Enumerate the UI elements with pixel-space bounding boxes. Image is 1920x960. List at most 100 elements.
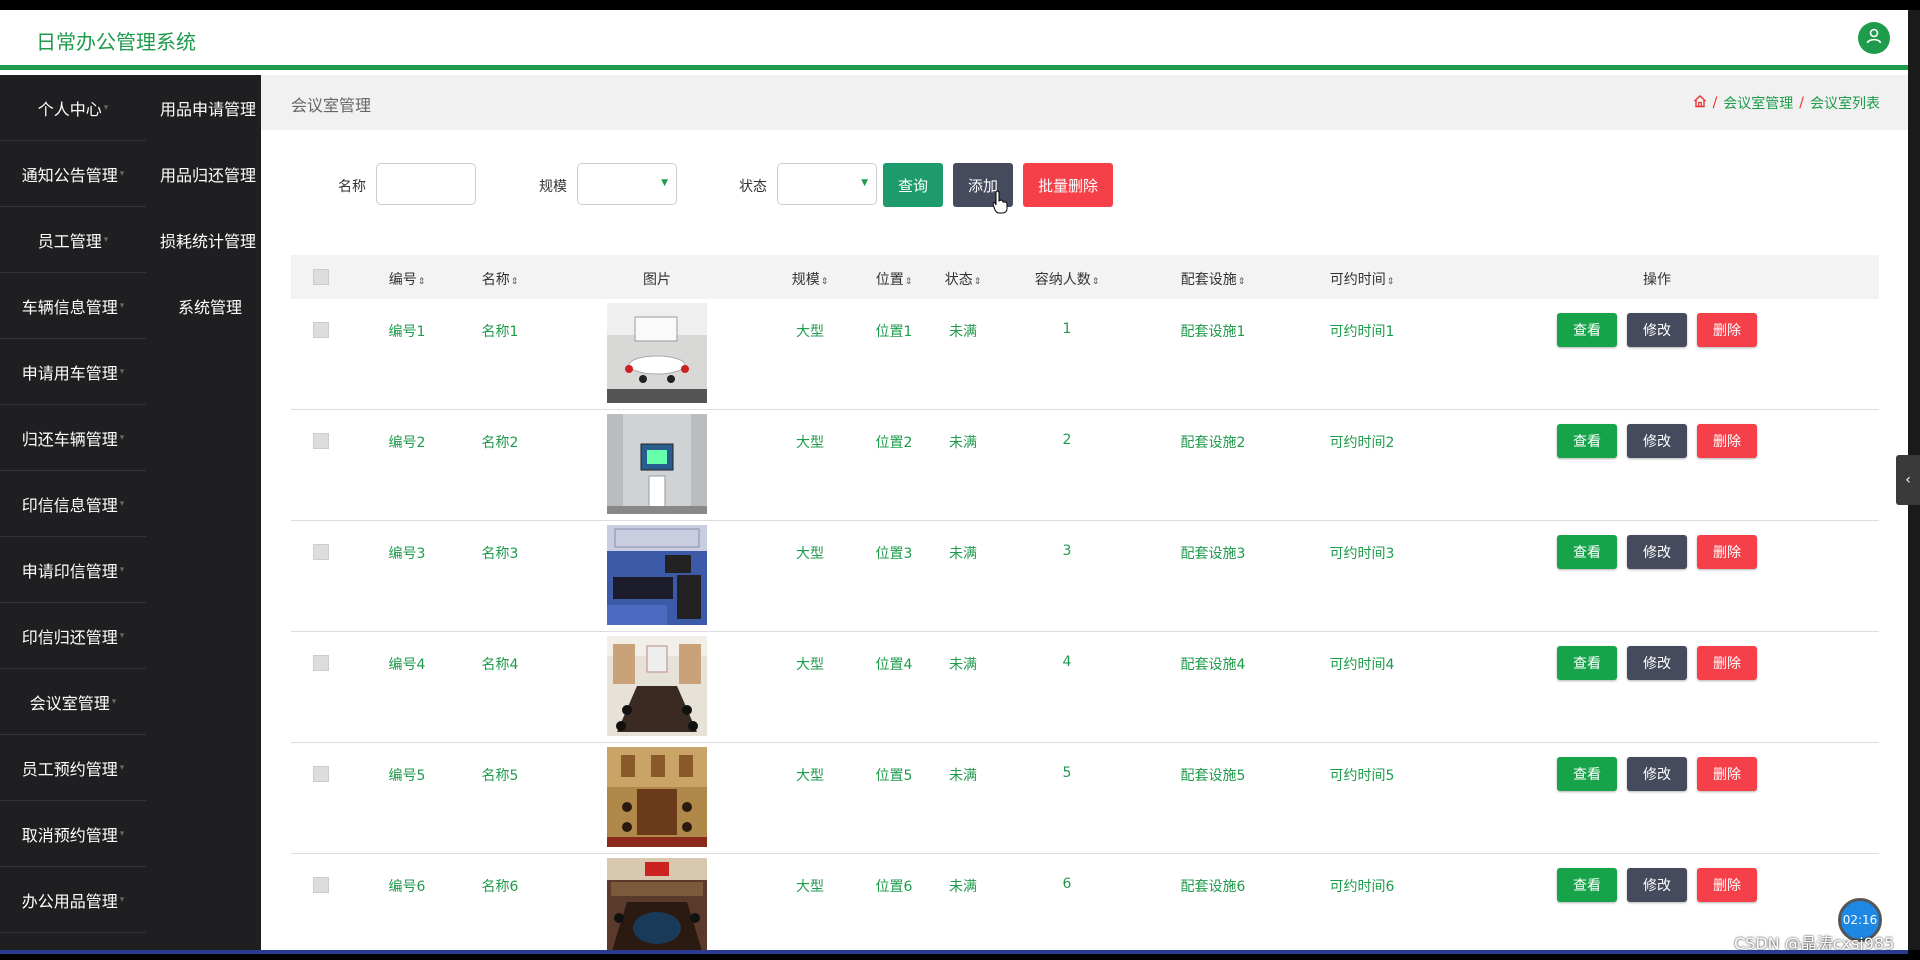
scale-label: 规模: [539, 179, 567, 195]
sidebar-item-label: 申请用车管理: [21, 363, 118, 383]
delete-button[interactable]: 删除: [1697, 535, 1757, 569]
edit-button[interactable]: 修改: [1627, 313, 1687, 347]
cell-code: 编号3: [388, 546, 426, 562]
row-checkbox[interactable]: [313, 766, 329, 782]
edit-button[interactable]: 修改: [1627, 757, 1687, 791]
sidebar-item-vehicle-return[interactable]: 归还车辆管理 ▾: [0, 405, 146, 471]
column-header-capacity[interactable]: 容纳人数⇕: [1035, 269, 1100, 289]
sidebar-item-label: 办公用品管理: [21, 891, 118, 911]
view-button[interactable]: 查看: [1557, 313, 1617, 347]
top-header: 日常办公管理系统: [0, 10, 1908, 70]
edit-button[interactable]: 修改: [1627, 424, 1687, 458]
chevron-down-icon: ▾: [119, 366, 125, 377]
chevron-down-icon: ▾: [103, 102, 109, 113]
sidebar-item-reservation[interactable]: 员工预约管理 ▾: [0, 735, 146, 801]
chevron-down-icon: ▾: [119, 894, 125, 905]
row-checkbox[interactable]: [313, 433, 329, 449]
sidebar-item-supply-return[interactable]: 用品归还管理: [146, 141, 261, 207]
sidebar-item-label: 印信信息管理: [21, 495, 118, 515]
sort-icon: ⇕: [1237, 277, 1246, 287]
sidebar-item-supply-request[interactable]: 用品申请管理: [146, 75, 261, 141]
row-checkbox[interactable]: [313, 877, 329, 893]
scale-select[interactable]: ▼: [577, 163, 677, 205]
sidebar-item-cancel-reservation[interactable]: 取消预约管理 ▾: [0, 801, 146, 867]
table-row: 编号1 名称1 大型 位置1 未满 1 配套设施1 可约时间1 查看 修改 删除: [291, 299, 1879, 410]
sidebar-item-label: 用品归还管理: [160, 166, 257, 185]
sort-icon: ⇕: [1091, 277, 1100, 287]
column-header-time[interactable]: 可约时间⇕: [1330, 269, 1395, 289]
user-avatar[interactable]: [1858, 22, 1890, 54]
delete-button[interactable]: 删除: [1697, 313, 1757, 347]
cell-facilities: 配套设施4: [1180, 657, 1246, 673]
cell-facilities: 配套设施5: [1180, 768, 1246, 784]
delete-button[interactable]: 删除: [1697, 757, 1757, 791]
sidebar-item-employee[interactable]: 员工管理 ▾: [0, 207, 146, 273]
view-button[interactable]: 查看: [1557, 868, 1617, 902]
cell-capacity: 3: [1062, 543, 1072, 559]
breadcrumb-item[interactable]: 会议室管理: [1723, 93, 1793, 113]
room-image: [607, 303, 707, 403]
cell-capacity: 2: [1062, 432, 1072, 448]
sidebar-item-seal-request[interactable]: 申请印信管理 ▾: [0, 537, 146, 603]
view-button[interactable]: 查看: [1557, 535, 1617, 569]
cell-status: 未满: [949, 435, 977, 451]
sidebar-item-seal-return[interactable]: 印信归还管理 ▾: [0, 603, 146, 669]
row-checkbox[interactable]: [313, 544, 329, 560]
sidebar-item-loss-stats[interactable]: 损耗统计管理: [146, 207, 261, 273]
column-header-scale[interactable]: 规模⇕: [792, 269, 829, 289]
edit-button[interactable]: 修改: [1627, 535, 1687, 569]
cell-capacity: 4: [1062, 654, 1072, 670]
edit-button[interactable]: 修改: [1627, 646, 1687, 680]
home-icon[interactable]: [1693, 94, 1707, 112]
chevron-down-icon: ▾: [111, 696, 117, 707]
delete-button[interactable]: 删除: [1697, 868, 1757, 902]
cell-code: 编号1: [388, 324, 426, 340]
cell-time: 可约时间1: [1329, 324, 1395, 340]
room-image: [607, 858, 707, 950]
cell-status: 未满: [949, 657, 977, 673]
sidebar-item-notice[interactable]: 通知公告管理 ▾: [0, 141, 146, 207]
cell-time: 可约时间5: [1329, 768, 1395, 784]
status-select[interactable]: ▼: [777, 163, 877, 205]
sidebar-item-label: 员工管理: [37, 231, 102, 251]
sidebar-item-system[interactable]: 系统管理: [146, 273, 261, 339]
sort-icon: ⇕: [1386, 277, 1395, 287]
cell-capacity: 5: [1062, 765, 1072, 781]
name-input[interactable]: [376, 163, 476, 205]
sidebar-item-label: 损耗统计管理: [160, 232, 257, 251]
cell-location: 位置6: [875, 879, 913, 895]
collapse-panel-tab[interactable]: ‹: [1896, 455, 1920, 505]
cell-facilities: 配套设施6: [1180, 879, 1246, 895]
query-button[interactable]: 查询: [883, 163, 943, 207]
cell-scale: 大型: [796, 657, 824, 673]
breadcrumb-separator: /: [1712, 95, 1718, 111]
batch-delete-button[interactable]: 批量删除: [1023, 163, 1113, 207]
delete-button[interactable]: 删除: [1697, 646, 1757, 680]
column-header-location[interactable]: 位置⇕: [876, 269, 913, 289]
cell-code: 编号5: [388, 768, 426, 784]
sidebar-item-vehicle-request[interactable]: 申请用车管理 ▾: [0, 339, 146, 405]
room-image: [607, 525, 707, 625]
column-header-name[interactable]: 名称⇕: [482, 269, 519, 289]
view-button[interactable]: 查看: [1557, 646, 1617, 680]
sort-icon: ⇕: [904, 277, 913, 287]
view-button[interactable]: 查看: [1557, 757, 1617, 791]
room-image: [607, 747, 707, 847]
table-row: 编号5 名称5 大型 位置5 未满 5 配套设施5 可约时间5 查看 修改 删除: [291, 743, 1879, 854]
sidebar-item-seal-info[interactable]: 印信信息管理 ▾: [0, 471, 146, 537]
sidebar-item-label: 会议室管理: [29, 693, 110, 713]
delete-button[interactable]: 删除: [1697, 424, 1757, 458]
edit-button[interactable]: 修改: [1627, 868, 1687, 902]
sidebar-item-office-supplies[interactable]: 办公用品管理 ▾: [0, 867, 146, 933]
row-checkbox[interactable]: [313, 655, 329, 671]
sidebar-item-personal-center[interactable]: 个人中心 ▾: [0, 75, 146, 141]
view-button[interactable]: 查看: [1557, 424, 1617, 458]
column-header-status[interactable]: 状态⇕: [945, 269, 982, 289]
column-header-code[interactable]: 编号⇕: [389, 269, 426, 289]
sidebar-item-meeting-room[interactable]: 会议室管理 ▾: [0, 669, 146, 735]
page-header: 会议室管理 / 会议室管理 / 会议室列表: [261, 75, 1908, 130]
row-checkbox[interactable]: [313, 322, 329, 338]
select-all-checkbox[interactable]: [313, 269, 329, 285]
column-header-facilities[interactable]: 配套设施⇕: [1181, 269, 1246, 289]
sidebar-item-vehicle[interactable]: 车辆信息管理 ▾: [0, 273, 146, 339]
